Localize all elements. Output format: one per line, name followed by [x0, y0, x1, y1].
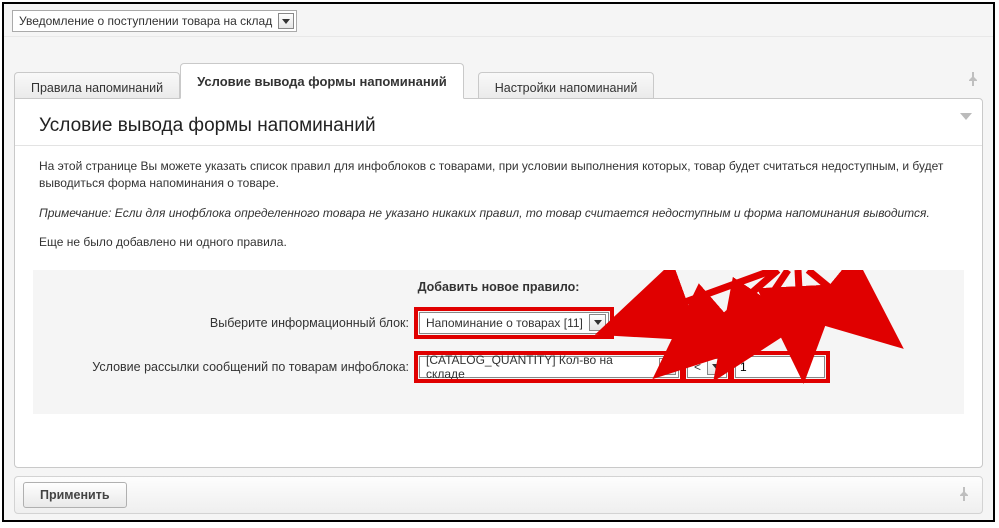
desc-note: Примечание: Если для инофблока определен… — [39, 205, 958, 222]
select-operator[interactable]: < — [687, 356, 727, 378]
add-rule-section: Добавить новое правило: Выберите информа… — [33, 270, 964, 414]
desc-empty: Еще не было добавлено ни одного правила. — [39, 234, 958, 251]
top-bar: Уведомление о поступлении товара на скла… — [4, 4, 993, 37]
dropdown-icon — [589, 314, 606, 331]
panel-description: На этой странице Вы можете указать списо… — [39, 158, 958, 252]
label-condition: Условие рассылки сообщений по товарам ин… — [39, 360, 419, 374]
select-field[interactable]: [CATALOG_QUANTITY] Кол-во на складе — [419, 356, 679, 378]
panel-title: Условие вывода формы напоминаний — [39, 115, 958, 137]
notification-type-value: Уведомление о поступлении товара на скла… — [19, 14, 272, 28]
select-info-block[interactable]: Напоминание о товарах [11] — [419, 312, 609, 334]
select-info-block-value: Напоминание о товарах [11] — [426, 316, 583, 330]
tab-condition[interactable]: Условие вывода формы напоминаний — [180, 63, 464, 99]
row-condition: Условие рассылки сообщений по товарам ин… — [39, 356, 958, 378]
pin-icon[interactable] — [958, 487, 974, 504]
select-field-value: [CATALOG_QUANTITY] Кол-во на складе — [426, 353, 653, 381]
panel: Условие вывода формы напоминаний На этой… — [14, 98, 983, 468]
select-operator-value: < — [694, 360, 701, 374]
tab-condition-label: Условие вывода формы напоминаний — [197, 74, 447, 89]
add-rule-heading: Добавить новое правило: — [39, 280, 958, 312]
tabs: Правила напоминаний Условие вывода формы… — [14, 63, 983, 98]
input-value[interactable] — [735, 356, 825, 378]
collapse-icon[interactable] — [960, 109, 972, 124]
pin-icon[interactable] — [967, 72, 983, 89]
dropdown-icon — [707, 358, 724, 375]
dropdown-icon — [659, 358, 676, 375]
dropdown-icon — [278, 13, 294, 29]
notification-type-select[interactable]: Уведомление о поступлении товара на скла… — [12, 10, 297, 32]
desc-line1: На этой странице Вы можете указать списо… — [39, 158, 958, 193]
tab-settings-label: Настройки напоминаний — [495, 81, 638, 95]
tab-rules-label: Правила напоминаний — [31, 81, 163, 95]
apply-button-label: Применить — [40, 488, 110, 502]
apply-button[interactable]: Применить — [23, 482, 127, 508]
bottom-bar: Применить — [14, 476, 983, 514]
row-select-block: Выберите информационный блок: Напоминани… — [39, 312, 958, 334]
label-select-block: Выберите информационный блок: — [39, 316, 419, 330]
